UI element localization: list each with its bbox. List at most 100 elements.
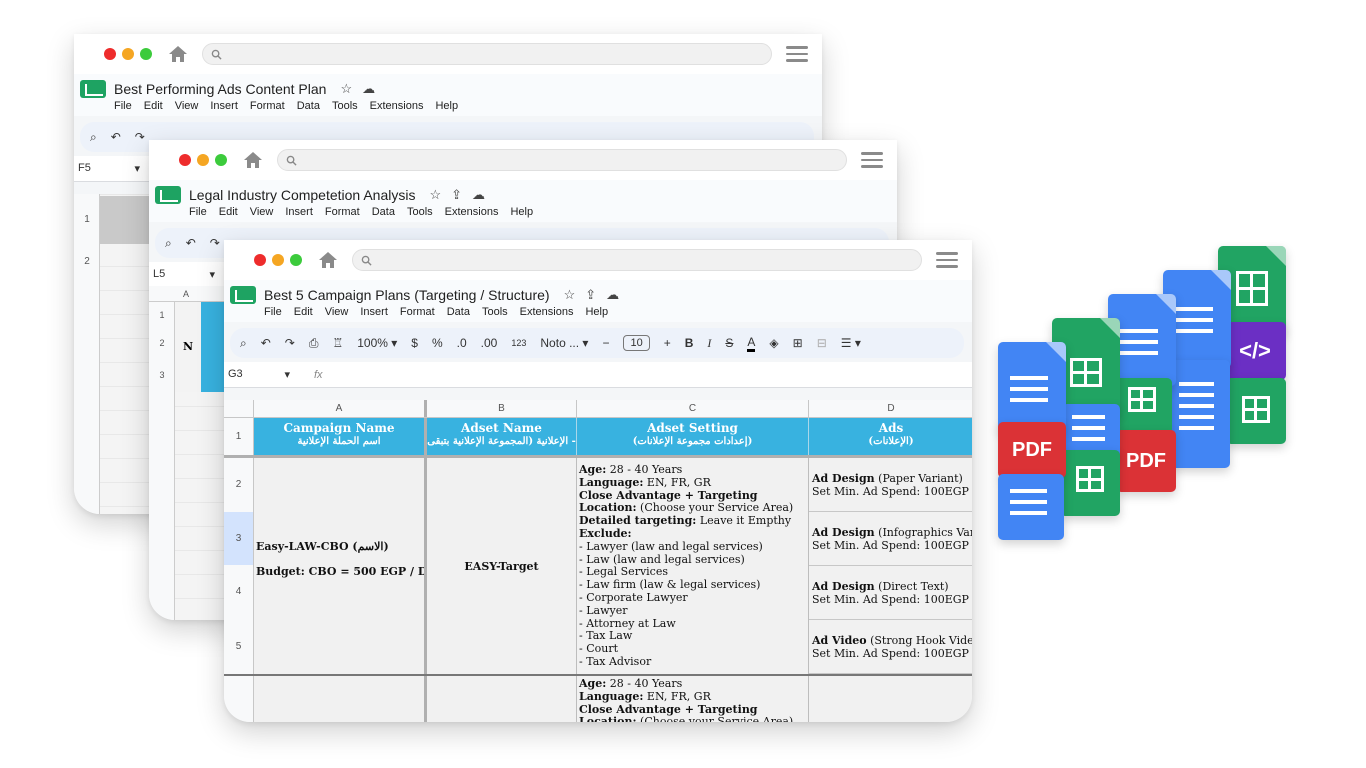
column-header-a[interactable]: A: [254, 400, 427, 417]
menu-view[interactable]: View: [175, 100, 199, 116]
adset-name-cell[interactable]: [427, 676, 577, 722]
paint-format-icon[interactable]: ♖: [332, 336, 343, 350]
align-icon[interactable]: ☰ ▾: [841, 336, 861, 350]
redo-icon[interactable]: ↷: [285, 336, 295, 350]
search-icon[interactable]: ⌕: [240, 336, 247, 351]
home-icon[interactable]: [318, 250, 338, 270]
hamburger-menu-icon[interactable]: [861, 152, 883, 168]
adset-setting-cell[interactable]: Age: 28 - 40 Years Language: EN, FR, GR Cl…: [577, 676, 809, 722]
menu-insert[interactable]: Insert: [285, 206, 313, 222]
menu-help[interactable]: Help: [585, 306, 608, 322]
header-cell-adset-name[interactable]: Adset Name الإعلانية (المجموعة الإعلانية …: [427, 418, 577, 455]
header-cell-campaign-name[interactable]: Campaign Name اسم الحملة الإعلانية: [254, 418, 427, 455]
undo-icon[interactable]: ↶: [186, 236, 196, 250]
column-header-c[interactable]: C: [577, 400, 809, 417]
home-icon[interactable]: [168, 44, 188, 64]
menu-tools[interactable]: Tools: [407, 206, 433, 222]
ads-cell[interactable]: Ad Design (Paper Variant) Set Min. Ad Spe…: [809, 458, 972, 674]
menu-file[interactable]: File: [264, 306, 282, 322]
star-icon[interactable]: ☆: [340, 81, 352, 97]
menu-help[interactable]: Help: [435, 100, 458, 116]
menu-format[interactable]: Format: [325, 206, 360, 222]
close-dot-icon[interactable]: [254, 254, 266, 266]
star-icon[interactable]: ☆: [429, 187, 441, 203]
maximize-dot-icon[interactable]: [140, 48, 152, 60]
menu-view[interactable]: View: [325, 306, 349, 322]
row-number[interactable]: 2: [149, 338, 175, 348]
doc-title[interactable]: Best Performing Ads Content Plan: [114, 81, 326, 97]
adset-setting-cell[interactable]: Age: 28 - 40 Years Language: EN, FR, GR Cl…: [577, 458, 809, 674]
print-icon[interactable]: ⎙: [309, 336, 319, 351]
ads-cell[interactable]: [809, 676, 972, 722]
menu-data[interactable]: Data: [447, 306, 470, 322]
name-box[interactable]: G3 ▾: [228, 368, 298, 381]
row-number[interactable]: [224, 676, 254, 722]
menu-edit[interactable]: Edit: [144, 100, 163, 116]
undo-icon[interactable]: ↶: [261, 336, 271, 350]
undo-icon[interactable]: ↶: [111, 130, 121, 144]
star-icon[interactable]: ☆: [564, 287, 576, 303]
column-header-a[interactable]: A: [183, 289, 189, 299]
row-number[interactable]: 2: [224, 458, 254, 512]
search-icon[interactable]: ⌕: [90, 130, 97, 145]
menu-file[interactable]: File: [114, 100, 132, 116]
increase-decimal-button[interactable]: .00: [481, 336, 498, 350]
menu-extensions[interactable]: Extensions: [520, 306, 574, 322]
header-cell-adset-setting[interactable]: Adset Setting (إعدادات مجموعة الإعلانات): [577, 418, 809, 455]
menu-format[interactable]: Format: [400, 306, 435, 322]
close-dot-icon[interactable]: [104, 48, 116, 60]
share-drive-icon[interactable]: ⇪: [451, 187, 462, 203]
menu-help[interactable]: Help: [510, 206, 533, 222]
row-number[interactable]: 1: [224, 418, 254, 455]
column-header-d[interactable]: D: [809, 400, 972, 417]
font-size-input[interactable]: 10: [623, 335, 650, 351]
menu-extensions[interactable]: Extensions: [370, 100, 424, 116]
menu-insert[interactable]: Insert: [210, 100, 238, 116]
row-number[interactable]: 5: [224, 618, 254, 674]
zoom-select[interactable]: 100% ▾: [357, 336, 397, 350]
menu-data[interactable]: Data: [372, 206, 395, 222]
minimize-dot-icon[interactable]: [122, 48, 134, 60]
menu-file[interactable]: File: [189, 206, 207, 222]
doc-title[interactable]: Best 5 Campaign Plans (Targeting / Struc…: [264, 287, 550, 303]
row-number[interactable]: 1: [74, 214, 100, 225]
share-drive-icon[interactable]: ⇪: [585, 287, 596, 303]
column-header-b[interactable]: B: [427, 400, 577, 417]
increase-font-icon[interactable]: +: [664, 336, 671, 350]
search-icon[interactable]: ⌕: [165, 236, 172, 251]
maximize-dot-icon[interactable]: [215, 154, 227, 166]
hamburger-menu-icon[interactable]: [786, 46, 808, 62]
font-select[interactable]: Noto ... ▾: [540, 336, 588, 350]
strikethrough-icon[interactable]: S: [725, 336, 733, 350]
row-number-selected[interactable]: 3: [224, 511, 254, 565]
merge-cells-icon[interactable]: ⊟: [817, 336, 827, 350]
home-icon[interactable]: [243, 150, 263, 170]
address-bar[interactable]: [352, 249, 922, 271]
menu-extensions[interactable]: Extensions: [445, 206, 499, 222]
row-number[interactable]: 1: [149, 310, 175, 320]
menu-insert[interactable]: Insert: [360, 306, 388, 322]
menu-data[interactable]: Data: [297, 100, 320, 116]
close-dot-icon[interactable]: [179, 154, 191, 166]
menu-format[interactable]: Format: [250, 100, 285, 116]
name-box[interactable]: F5 ▾: [78, 162, 148, 175]
row-number[interactable]: 3: [149, 370, 175, 380]
doc-title[interactable]: Legal Industry Competetion Analysis: [189, 187, 415, 203]
maximize-dot-icon[interactable]: [290, 254, 302, 266]
name-box[interactable]: L5 ▾: [153, 268, 223, 281]
redo-icon[interactable]: ↷: [135, 130, 145, 144]
bold-button[interactable]: B: [685, 336, 694, 350]
italic-button[interactable]: I: [707, 336, 711, 351]
number-format-button[interactable]: 123: [511, 338, 526, 348]
hamburger-menu-icon[interactable]: [936, 252, 958, 268]
minimize-dot-icon[interactable]: [272, 254, 284, 266]
menu-tools[interactable]: Tools: [332, 100, 358, 116]
row-number[interactable]: 4: [224, 565, 254, 619]
menu-edit[interactable]: Edit: [219, 206, 238, 222]
percent-button[interactable]: %: [432, 336, 443, 350]
redo-icon[interactable]: ↷: [210, 236, 220, 250]
borders-icon[interactable]: ⊞: [793, 336, 803, 350]
fill-color-icon[interactable]: ◈: [769, 336, 778, 350]
decrease-decimal-button[interactable]: .0: [457, 336, 467, 350]
decrease-font-icon[interactable]: −: [602, 336, 609, 350]
